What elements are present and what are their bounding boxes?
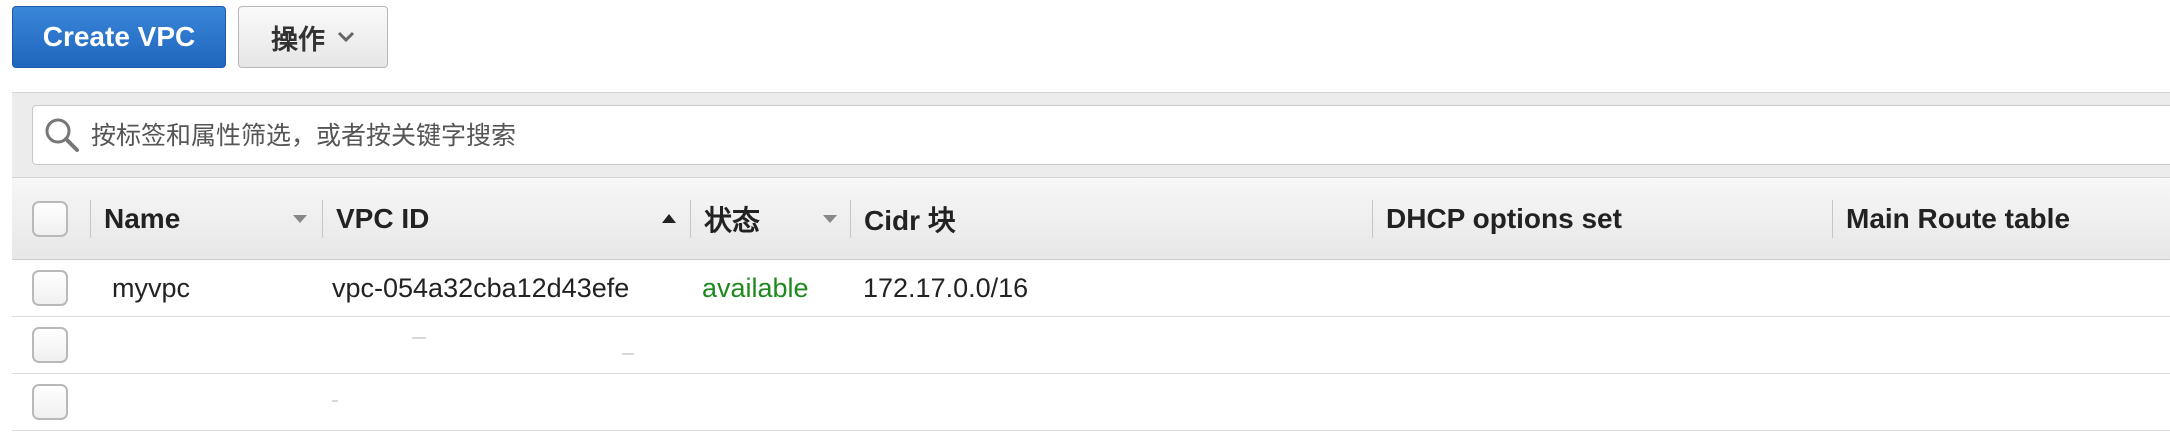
table-row[interactable]: myvpc vpc-054a32cba12d43efe available 17… [12,260,2170,317]
search-icon [45,118,79,152]
column-header-state[interactable]: 状态 [690,178,850,260]
cell-cidr: 172.17.0.0/16 [863,273,1029,303]
column-header-vpc-id[interactable]: VPC ID [322,178,690,260]
sort-up-icon[interactable] [662,214,676,223]
column-divider [690,200,691,238]
select-all-checkbox[interactable] [32,201,68,237]
row-checkbox[interactable] [32,270,68,306]
toolbar: Create VPC 操作 [12,6,388,68]
cell-name: myvpc [112,273,191,303]
table-row[interactable] [12,374,2170,431]
blurred-text [622,353,634,355]
column-divider [850,200,851,238]
blurred-text [332,400,338,402]
chevron-down-icon [337,31,355,43]
table-row[interactable] [12,317,2170,374]
column-header-cidr[interactable]: Cidr 块 [850,178,1372,260]
column-header-main-route[interactable]: Main Route table [1832,178,2170,260]
create-vpc-button[interactable]: Create VPC [12,6,226,68]
row-checkbox[interactable] [32,384,68,420]
sort-down-icon[interactable] [293,215,307,223]
row-checkbox[interactable] [32,327,68,363]
column-header-dhcp[interactable]: DHCP options set [1372,178,1832,260]
column-divider [90,200,91,238]
search-box[interactable] [32,105,2170,165]
column-divider [1832,200,1833,238]
column-divider [322,200,323,238]
filter-bar [12,92,2170,178]
cell-vpc-id: vpc-054a32cba12d43efe [332,273,630,303]
actions-label: 操作 [271,24,325,55]
table-header: Name VPC ID 状态 Cidr 块 DHCP options set M… [12,178,2170,260]
search-input[interactable] [89,119,2170,151]
cell-state: available [702,273,809,303]
sort-down-icon[interactable] [823,215,837,223]
column-divider [1372,200,1373,238]
blurred-text [412,337,426,339]
column-header-name[interactable]: Name [90,178,322,260]
actions-button[interactable]: 操作 [238,6,388,68]
create-vpc-label: Create VPC [42,21,196,52]
vpc-table: Name VPC ID 状态 Cidr 块 DHCP options set M… [12,178,2170,431]
